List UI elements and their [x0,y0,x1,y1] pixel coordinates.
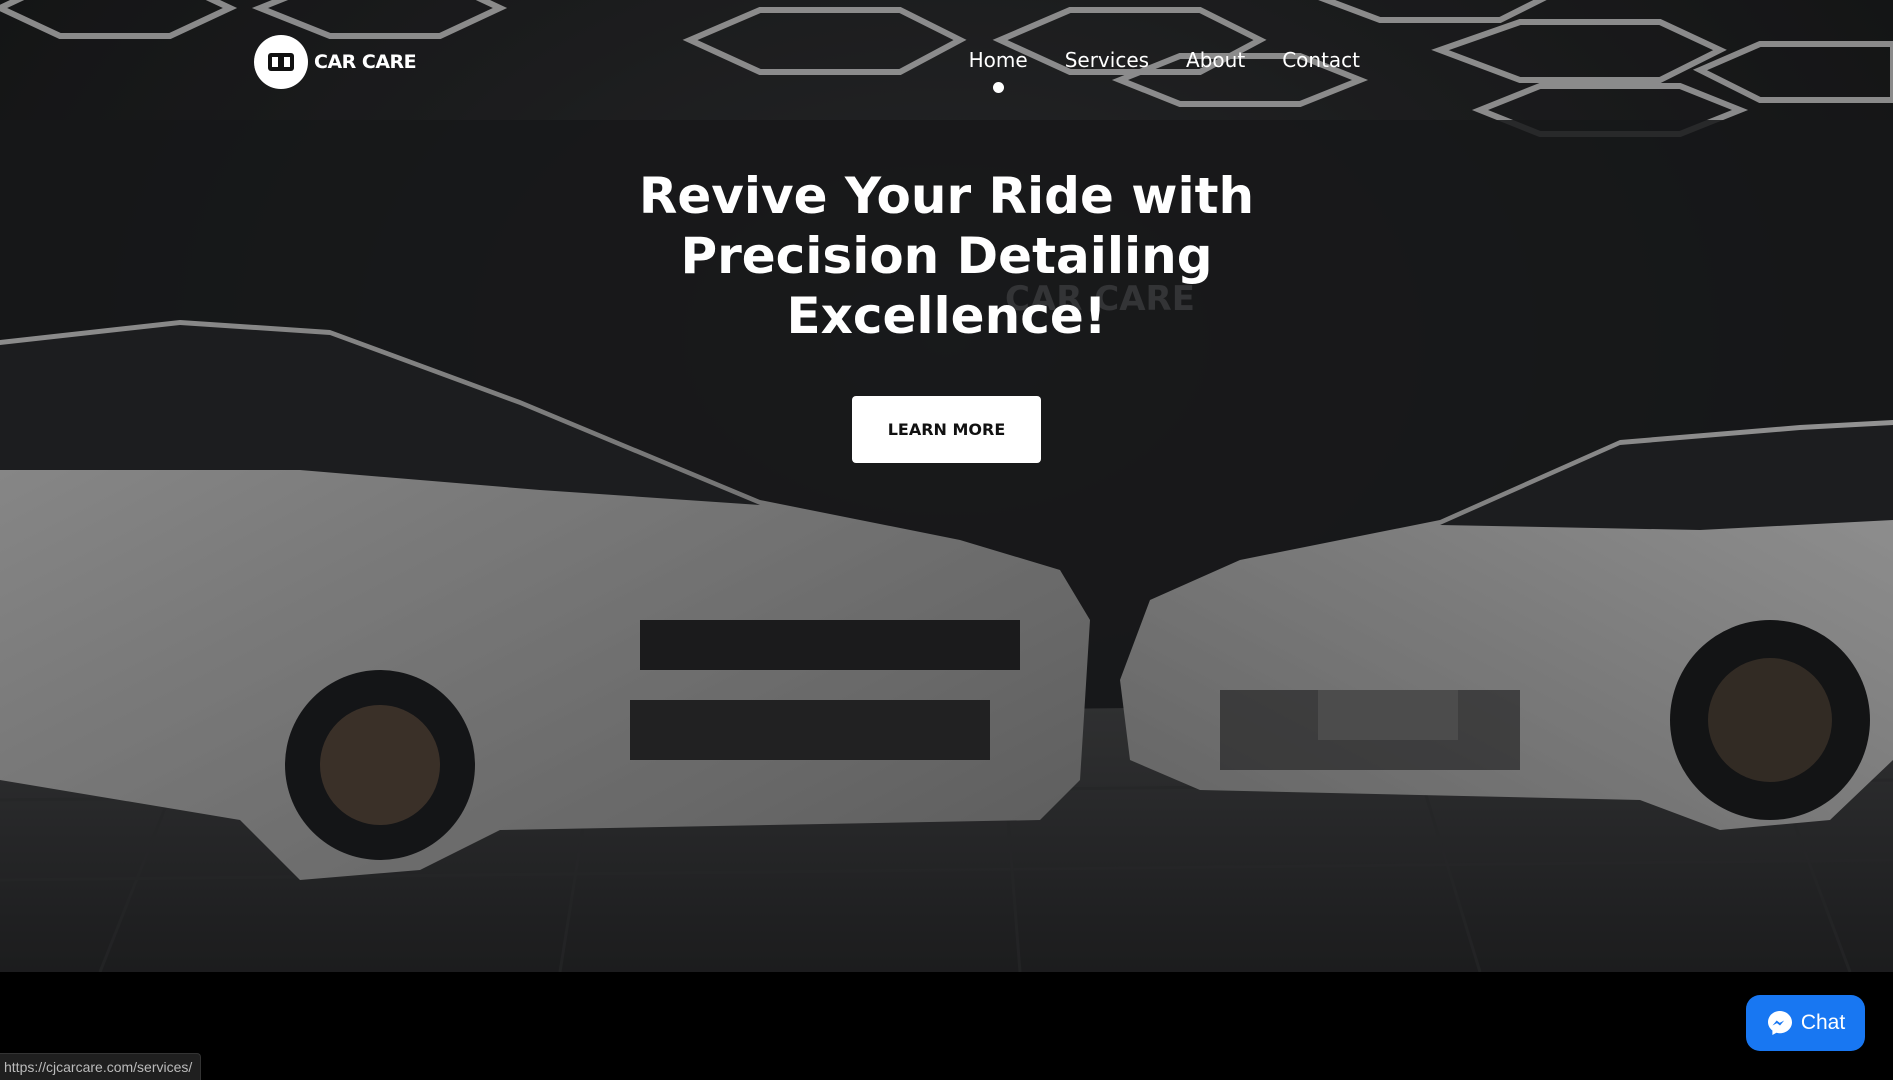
nav-item-home[interactable]: Home [968,48,1028,93]
logo-text: CAR CARE [314,51,417,73]
hero-overlay [0,0,1893,972]
learn-more-button[interactable]: LEARN MORE [852,396,1041,463]
messenger-icon [1767,1011,1792,1035]
nav-item-label: Home [968,48,1028,72]
nav-item-about[interactable]: About [1186,48,1245,72]
nav-item-label: Contact [1282,48,1360,72]
nav-item-label: About [1186,48,1246,72]
site-logo[interactable]: CAR CARE [254,35,417,89]
nav-item-contact[interactable]: Contact [1282,48,1360,72]
logo-badge-icon [254,35,308,89]
hero-section: CAR CARE [0,0,1893,972]
hero-headline: Revive Your Ride with Precision Detailin… [638,167,1255,345]
nav-item-label: Services [1064,48,1150,72]
nav-item-services[interactable]: Services [1065,48,1149,72]
chat-button[interactable]: Chat [1746,995,1865,1051]
browser-status-url: https://cjcarcare.com/services/ [0,1053,202,1080]
main-nav: Home Services About Contact [968,48,1360,93]
page-bottom-section [0,972,1893,1080]
chat-label: Chat [1800,1011,1846,1034]
